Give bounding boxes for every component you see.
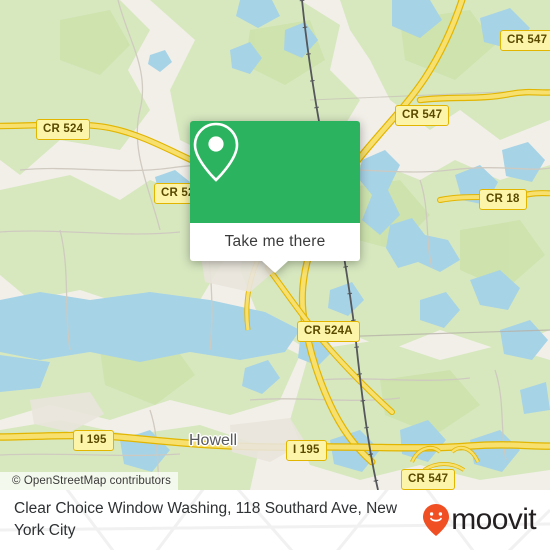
road-shield-i-195-mid[interactable]: I 195 — [286, 440, 327, 461]
road-shield-cr-524a[interactable]: CR 524A — [297, 321, 360, 342]
place-label-howell: Howell — [189, 432, 238, 449]
map-screenshot: CR 547 CR 547 CR 524 CR 524 CR 18 CR 524… — [0, 0, 550, 550]
road-shield-i-195-left[interactable]: I 195 — [73, 430, 114, 451]
road-shield-cr-547-top-right[interactable]: CR 547 — [500, 30, 550, 51]
road-shield-cr-18-right[interactable]: CR 18 — [479, 189, 527, 210]
footer-bar: Clear Choice Window Washing, 118 Southar… — [0, 490, 550, 550]
road-shield-cr-547-upper[interactable]: CR 547 — [395, 105, 450, 126]
moovit-smile-pin-icon — [422, 503, 450, 537]
osm-attribution[interactable]: © OpenStreetMap contributors — [0, 472, 178, 490]
popup-image-area — [190, 121, 360, 223]
location-popup[interactable]: Take me there — [190, 121, 360, 273]
moovit-logo[interactable]: moovit — [422, 503, 537, 537]
popup-pointer-tail — [262, 261, 288, 273]
page-title: Clear Choice Window Washing, 118 Southar… — [14, 499, 398, 539]
map-canvas[interactable]: CR 547 CR 547 CR 524 CR 524 CR 18 CR 524… — [0, 0, 550, 490]
moovit-wordmark: moovit — [451, 503, 536, 536]
road-shield-cr-547-bottom[interactable]: CR 547 — [401, 469, 456, 490]
take-me-there-button[interactable]: Take me there — [190, 223, 360, 261]
road-shield-cr-524-left[interactable]: CR 524 — [36, 119, 91, 140]
